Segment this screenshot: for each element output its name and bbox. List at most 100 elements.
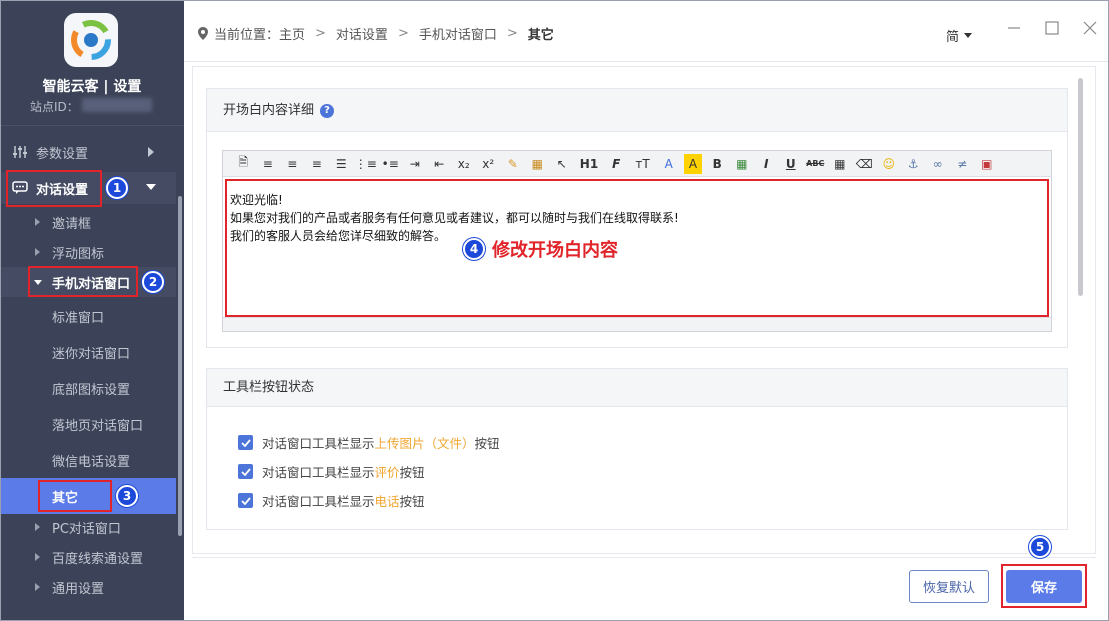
app-logo: [64, 13, 118, 67]
align-left-icon[interactable]: ≡: [256, 154, 281, 174]
sidebar-item-float-icon[interactable]: 浮动图标: [0, 237, 176, 267]
reset-default-button[interactable]: 恢复默认: [909, 570, 989, 603]
format-brush-icon[interactable]: ✎: [501, 154, 526, 174]
help-icon[interactable]: ?: [320, 103, 335, 118]
source-icon[interactable]: 🗎: [231, 154, 256, 174]
maximize-icon[interactable]: [1044, 20, 1060, 36]
chevron-down-icon[interactable]: [964, 33, 972, 38]
sidebar-item-label: 百度线索通设置: [52, 551, 144, 567]
align-justify-icon[interactable]: ☰: [329, 154, 354, 174]
check-icon: [240, 496, 251, 505]
checkbox-row-rating[interactable]: 对话窗口工具栏显示 评价 按钮: [238, 462, 425, 481]
sidebar-item-label: 邀请框: [52, 216, 92, 232]
strikethrough-icon[interactable]: ABC: [803, 154, 828, 174]
opening-content-area[interactable]: 欢迎光临! 如果您对我们的产品或者服务有任何意见或者建议，都可以随时与我们在线取…: [225, 179, 1049, 317]
sidebar-item-label: 通用设置: [52, 581, 105, 597]
checkbox-checked[interactable]: [238, 493, 253, 508]
table-icon[interactable]: ▦: [828, 154, 853, 174]
indent-icon[interactable]: ⇥: [403, 154, 428, 174]
sidebar-item-bottom-icon[interactable]: 底部图标设置: [0, 373, 176, 403]
background-color-icon[interactable]: A: [684, 153, 702, 174]
sliders-icon: [13, 146, 27, 158]
checkbox-label-highlight: 评价: [374, 465, 400, 480]
editor-toolbar: 🗎 ≡ ≡ ≡ ☰ ⋮≡ •≡ ⇥ ⇤ x₂ x² ✎ ▦ ↖ H1 F тT …: [223, 151, 1051, 177]
align-center-icon[interactable]: ≡: [280, 154, 305, 174]
sidebar-item-standard-window[interactable]: 标准窗口: [0, 301, 176, 331]
select-pointer-icon[interactable]: ↖: [550, 154, 575, 174]
emoji-icon[interactable]: ☺: [877, 154, 902, 174]
font-size-icon[interactable]: тT: [629, 154, 657, 174]
checkbox-label-prefix: 对话窗口工具栏显示: [262, 436, 375, 451]
sidebar-divider: [0, 125, 184, 126]
ordered-list-icon[interactable]: ⋮≡: [354, 154, 379, 174]
main-scrollbar-thumb[interactable]: [1078, 78, 1083, 296]
toolbar-state-title: 工具栏按钮状态: [223, 380, 315, 395]
sidebar-item-pc-window[interactable]: PC对话窗口: [0, 512, 176, 542]
breadcrumb-separator-icon: >: [315, 26, 326, 41]
toolbar-state-header: 工具栏按钮状态: [207, 369, 1067, 407]
minimize-icon[interactable]: [1006, 20, 1022, 36]
breadcrumb-dialog-settings[interactable]: 对话设置: [336, 24, 388, 43]
sidebar-item-landing-window[interactable]: 落地页对话窗口: [0, 409, 176, 439]
sidebar-item-label: 迷你对话窗口: [52, 346, 131, 362]
opening-panel-title: 开场白内容详细: [223, 103, 315, 118]
checkbox-label-prefix: 对话窗口工具栏显示: [262, 465, 375, 480]
sidebar-item-wechat-phone[interactable]: 微信电话设置: [0, 445, 176, 475]
breadcrumb-mobile-window[interactable]: 手机对话窗口: [419, 24, 497, 43]
superscript-icon[interactable]: x²: [476, 154, 501, 174]
sidebar-item-mini-window[interactable]: 迷你对话窗口: [0, 337, 176, 367]
logo-icon: [71, 20, 111, 60]
outdent-icon[interactable]: ⇤: [427, 154, 452, 174]
chevron-down-icon: [146, 184, 156, 190]
sidebar-item-label: 微信电话设置: [52, 454, 131, 470]
sidebar-item-label: 标准窗口: [52, 310, 105, 326]
annotation-text-edit-opening: 修改开场白内容: [492, 240, 618, 261]
opening-panel-header: 开场白内容详细?: [207, 89, 1067, 132]
language-selector[interactable]: 简: [946, 26, 959, 45]
editor-status-bar: [223, 317, 1051, 331]
site-id-label: 站点ID：: [30, 100, 79, 114]
breadcrumb-home[interactable]: 当前位置：主页: [214, 24, 305, 43]
fullscreen-icon[interactable]: ▣: [975, 154, 1000, 174]
chevron-right-icon: [35, 583, 40, 591]
close-icon[interactable]: [1082, 20, 1098, 36]
checkbox-row-phone[interactable]: 对话窗口工具栏显示 电话 按钮: [238, 491, 425, 510]
sidebar-item-baidu-leads[interactable]: 百度线索通设置: [0, 542, 176, 572]
bold-icon[interactable]: B: [705, 154, 730, 174]
link-icon[interactable]: ∞: [926, 154, 951, 174]
annotation-box-dialog-settings: [6, 170, 102, 207]
annotation-box-other: [38, 480, 112, 512]
font-family-icon[interactable]: F: [604, 154, 629, 174]
checkbox-label-suffix: 按钮: [474, 436, 500, 451]
checkbox-checked[interactable]: [238, 464, 253, 479]
checkbox-label-suffix: 按钮: [399, 494, 425, 509]
anchor-icon[interactable]: ⚓: [901, 154, 926, 174]
sidebar-item-label: 落地页对话窗口: [52, 418, 144, 434]
unlink-icon[interactable]: ≠: [950, 154, 975, 174]
opening-line-2: 如果您对我们的产品或者服务有任何意见或者建议，都可以随时与我们在线取得联系!: [230, 211, 679, 225]
sidebar-item-general[interactable]: 通用设置: [0, 572, 176, 602]
italic-icon[interactable]: I: [754, 154, 779, 174]
sidebar-scrollbar-thumb[interactable]: [178, 196, 182, 536]
sidebar-item-label: 浮动图标: [52, 246, 105, 262]
sidebar-item-invite-box[interactable]: 邀请框: [0, 207, 176, 237]
chevron-right-icon: [35, 553, 40, 561]
subscript-icon[interactable]: x₂: [452, 154, 477, 174]
checkbox-checked[interactable]: [238, 435, 253, 450]
checkbox-label-highlight: 上传图片（文件）: [374, 436, 475, 451]
heading-icon[interactable]: H1: [574, 154, 604, 174]
clear-format-icon[interactable]: ▦: [525, 154, 550, 174]
checkbox-label-prefix: 对话窗口工具栏显示: [262, 494, 375, 509]
opening-line-3: 我们的客服人员会给您详尽细致的解答。: [230, 229, 447, 243]
checkbox-label-highlight: 电话: [374, 494, 400, 509]
checkbox-row-upload[interactable]: 对话窗口工具栏显示 上传图片（文件） 按钮: [238, 433, 500, 452]
image-icon[interactable]: ▦: [730, 154, 755, 174]
unordered-list-icon[interactable]: •≡: [378, 154, 403, 174]
underline-icon[interactable]: U: [779, 154, 804, 174]
breadcrumb-current: 其它: [527, 28, 554, 43]
sidebar-item-params[interactable]: 参数设置: [0, 137, 176, 167]
opening-line-1: 欢迎光临!: [230, 193, 283, 207]
eraser-icon[interactable]: ⌫: [852, 154, 877, 174]
font-color-icon[interactable]: A: [657, 154, 682, 174]
align-right-icon[interactable]: ≡: [305, 154, 330, 174]
